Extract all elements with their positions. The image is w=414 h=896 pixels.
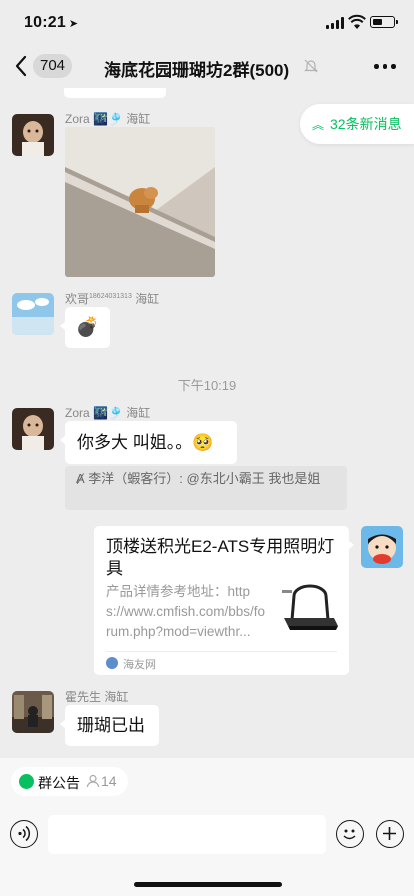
- link-title: 顶楼送积光E2-ATS专用照明灯具: [106, 537, 335, 578]
- emoji-icon[interactable]: [336, 820, 364, 848]
- sender-name: 霍先生 海缸: [65, 690, 129, 704]
- wifi-icon: [348, 14, 366, 29]
- mute-bell-icon: [304, 59, 318, 73]
- link-source: 海友网: [123, 659, 156, 671]
- time-divider: 下午10:19: [177, 378, 237, 393]
- announcement-icon: [19, 774, 34, 789]
- link-card[interactable]: 顶楼送积光E2-ATS专用照明灯具 产品详情参考地址：https://www.c…: [94, 526, 354, 675]
- plus-icon[interactable]: [376, 820, 404, 848]
- home-indicator: [134, 882, 282, 887]
- person-icon: [86, 774, 100, 788]
- quoted-reply[interactable]: Ⱥ 李洋（蝦客行）: @东北小霸王 我也是姐: [65, 466, 347, 510]
- previous-message-bubble: [64, 88, 166, 98]
- page-title: 海底花园珊瑚坊2群(500): [104, 61, 290, 80]
- more-icon[interactable]: [374, 64, 396, 70]
- cellular-signal-icon: [326, 17, 344, 29]
- message-input[interactable]: [48, 815, 326, 854]
- new-message-chevron-icon: ︽: [312, 118, 325, 132]
- announcement-bar: 群公告 14: [0, 758, 414, 806]
- group-announcement-button[interactable]: 群公告 14: [11, 767, 128, 796]
- avatar[interactable]: [12, 408, 54, 450]
- location-arrow-icon: ➤: [68, 18, 79, 30]
- image-message[interactable]: [65, 127, 215, 277]
- sender-name: Zora 🌃🎐 海缸: [65, 112, 151, 126]
- announcement-count: 14: [101, 773, 117, 789]
- back-unread-count[interactable]: 704: [33, 54, 73, 78]
- chat-header: 704 海底花园珊瑚坊2群(500): [0, 44, 414, 88]
- new-messages-button[interactable]: ︽ 32条新消息: [300, 104, 414, 144]
- status-bar: 10:21 ➤: [0, 0, 414, 44]
- message-bubble[interactable]: 珊瑚已出: [60, 705, 159, 746]
- voice-icon[interactable]: [10, 820, 38, 848]
- sender-name: Zora 🌃🎐 海缸: [65, 406, 151, 420]
- link-description: 产品详情参考地址：https://www.cmfish.com/bbs/foru…: [106, 584, 266, 639]
- status-time: 10:21 ➤: [24, 14, 79, 31]
- sender-name: 欢哥18624031313 海缸: [65, 292, 160, 306]
- avatar[interactable]: [12, 691, 54, 733]
- link-thumbnail: [278, 578, 340, 640]
- my-avatar[interactable]: [361, 526, 403, 568]
- new-messages-label: 32条新消息: [330, 116, 402, 132]
- battery-icon: [370, 16, 398, 28]
- input-bar: [0, 806, 414, 896]
- back-chevron-icon[interactable]: [12, 54, 32, 78]
- message-list[interactable]: Zora 🌃🎐 海缸 ︽ 32条新消息 欢哥18624031313 海缸 💣 下午…: [0, 88, 414, 758]
- avatar[interactable]: [12, 114, 54, 156]
- announcement-label: 群公告: [38, 775, 80, 791]
- avatar[interactable]: [12, 293, 54, 335]
- message-bubble[interactable]: 💣: [60, 307, 110, 348]
- message-bubble[interactable]: 你多大 叫姐。。🥺: [60, 421, 237, 464]
- source-icon: [106, 657, 118, 669]
- link-divider: [106, 651, 337, 652]
